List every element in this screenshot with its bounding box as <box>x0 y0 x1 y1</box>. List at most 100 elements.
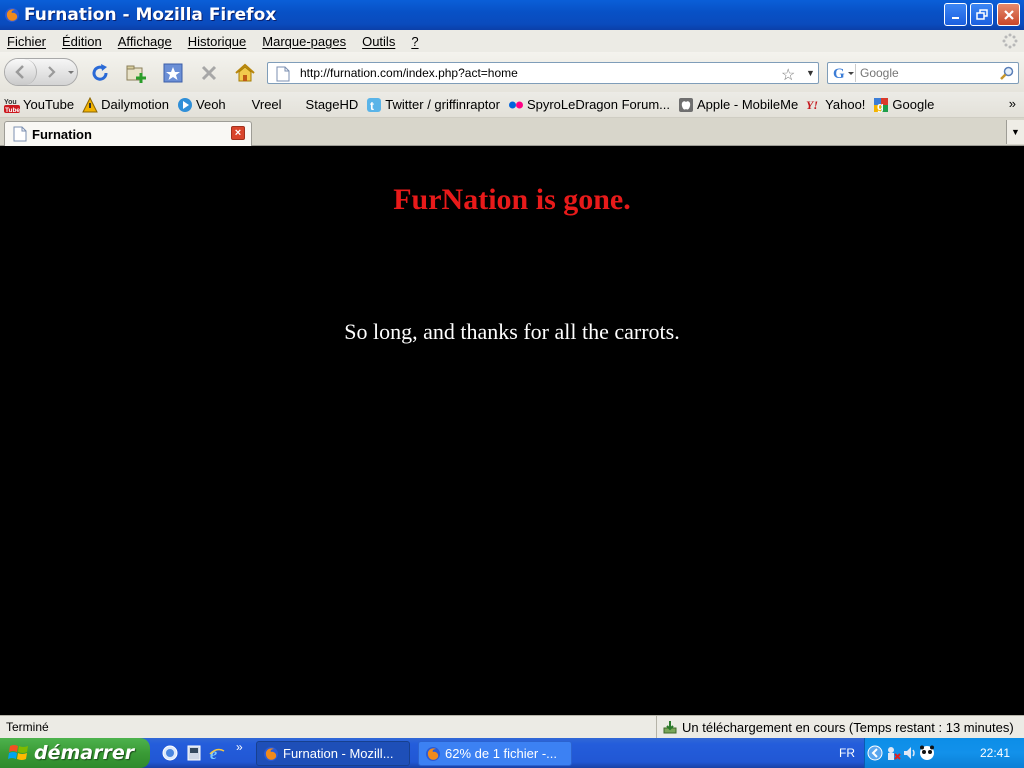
bookmark-spyroledragon[interactable]: SpyroLeDragon Forum... <box>508 97 670 113</box>
download-status-text: Un téléchargement en cours (Temps restan… <box>682 719 1014 735</box>
bookmark-google[interactable]: g Google <box>873 97 934 113</box>
windows-logo-icon <box>8 745 28 760</box>
yahoo-icon: Y! <box>806 98 818 112</box>
download-icon <box>663 721 677 734</box>
tab-label: Furnation <box>32 127 92 142</box>
clock: 22:41 <box>979 746 1010 760</box>
apple-icon <box>679 97 694 112</box>
quicklaunch-ie-icon[interactable]: e <box>209 745 225 761</box>
bookmark-veoh[interactable]: Veoh <box>177 97 226 113</box>
bookmark-label: Apple - MobileMe <box>697 97 799 112</box>
home-icon[interactable] <box>234 62 256 84</box>
bookmark-label: StageHD <box>305 97 359 112</box>
menu-affichage[interactable]: Affichage <box>118 34 172 49</box>
tab-close-button[interactable]: × <box>231 126 245 140</box>
tab-furnation[interactable]: Furnation × <box>4 121 252 146</box>
system-tray: FR 22:41 <box>839 738 1024 768</box>
menu-bar: Fichier Édition Affichage Historique Mar… <box>0 30 1024 52</box>
restore-icon <box>975 8 988 20</box>
dailymotion-icon <box>82 96 98 112</box>
bookmark-label: Dailymotion <box>101 97 170 112</box>
bookmark-label: SpyroLeDragon Forum... <box>526 97 671 112</box>
bookmark-dailymotion[interactable]: Dailymotion <box>82 96 170 113</box>
bookmark-twitter[interactable]: t Twitter / griffinraptor <box>366 97 500 113</box>
youtube-icon: YouTube <box>4 99 20 113</box>
forward-arrow-icon[interactable] <box>41 59 63 85</box>
close-icon <box>1003 9 1014 20</box>
bookmarks-toolbar: You Tube YouTube Dailymotion Veoh Vreel S… <box>0 92 1024 118</box>
new-tab-icon[interactable] <box>125 62 147 84</box>
search-icon[interactable] <box>1000 66 1014 80</box>
page-content: FurNation is gone. So long, and thanks f… <box>0 147 1024 715</box>
firefox-icon <box>426 746 440 761</box>
history-dropdown-icon[interactable] <box>65 59 77 85</box>
bookmark-label: Twitter / griffinraptor <box>385 97 500 112</box>
bookmark-label: YouTube <box>23 97 75 112</box>
close-window-button[interactable] <box>997 3 1020 26</box>
google-icon: g <box>874 97 889 113</box>
menu-marque-pages[interactable]: Marque-pages <box>262 34 346 49</box>
menu-outils[interactable]: Outils <box>362 34 395 49</box>
page-heading: FurNation is gone. <box>393 183 631 216</box>
menu-fichier[interactable]: Fichier <box>7 34 46 49</box>
bookmark-label: Veoh <box>196 97 226 112</box>
svg-text:Y!: Y! <box>806 98 818 112</box>
task-label: 62% de 1 fichier -... <box>445 746 557 761</box>
bookmark-label: Vreel <box>251 97 282 112</box>
page-icon <box>13 126 27 142</box>
bookmark-vreel[interactable]: Vreel <box>252 97 282 112</box>
quicklaunch-firefox-icon[interactable] <box>162 745 178 761</box>
status-bar: Terminé Un téléchargement en cours (Temp… <box>0 715 1024 738</box>
taskbar-firefox-window[interactable]: Furnation - Mozill... <box>256 741 410 766</box>
tray-expand-icon[interactable] <box>867 745 883 761</box>
bookmark-apple-mobileme[interactable]: Apple - MobileMe <box>678 97 798 113</box>
menu-historique[interactable]: Historique <box>188 34 247 49</box>
svg-text:Tube: Tube <box>5 107 20 113</box>
reload-icon[interactable] <box>89 62 111 84</box>
taskbar-download-window[interactable]: 62% de 1 fichier -... <box>418 741 572 766</box>
menu-help[interactable]: ? <box>411 34 418 49</box>
language-indicator[interactable]: FR <box>839 746 855 760</box>
throbber-icon <box>1002 33 1018 49</box>
quicklaunch-media-icon[interactable] <box>186 745 202 761</box>
google-icon: G <box>833 66 854 82</box>
page-icon <box>276 66 290 82</box>
volume-icon[interactable] <box>902 745 918 761</box>
restore-button[interactable] <box>970 3 993 26</box>
back-arrow-icon <box>15 65 24 79</box>
back-button[interactable] <box>5 59 37 85</box>
search-bar[interactable]: G <box>827 62 1019 84</box>
start-button[interactable]: démarrer <box>0 738 150 768</box>
menu-edition[interactable]: Édition <box>62 34 102 49</box>
url-text: http://furnation.com/index.php?act=home <box>300 66 518 80</box>
twitter-icon: t <box>367 97 382 113</box>
panda-antivirus-icon[interactable] <box>919 745 935 761</box>
bookmarks-icon[interactable] <box>162 62 184 84</box>
veoh-icon <box>178 97 193 112</box>
back-forward-group <box>4 58 78 86</box>
firefox-icon <box>264 746 278 761</box>
flickr-icon <box>508 101 523 108</box>
quicklaunch-overflow-chevron-icon[interactable]: » <box>236 740 243 754</box>
bookmark-label: Google <box>892 97 935 112</box>
minimize-button[interactable] <box>944 3 967 26</box>
all-tabs-button[interactable]: ▼ <box>1006 120 1024 144</box>
bookmark-youtube[interactable]: You Tube YouTube <box>4 97 74 113</box>
stop-icon[interactable] <box>198 62 220 84</box>
window-titlebar[interactable]: Furnation - Mozilla Firefox <box>0 0 1024 30</box>
bookmark-stagehd[interactable]: StageHD <box>306 97 359 112</box>
bookmark-label: Yahoo! <box>825 97 866 112</box>
windows-taskbar: démarrer e » Furnation - Mozill... 62% d… <box>0 738 1024 768</box>
search-input[interactable] <box>860 65 1000 81</box>
bookmarks-overflow-chevron-icon[interactable]: » <box>1009 96 1016 111</box>
network-icon[interactable] <box>885 745 901 761</box>
status-text: Terminé <box>6 720 49 734</box>
bookmark-yahoo[interactable]: Y! Yahoo! <box>806 97 865 113</box>
svg-text:G: G <box>833 66 845 82</box>
bookmark-star-icon[interactable]: ☆ <box>781 65 795 85</box>
url-bar[interactable]: http://furnation.com/index.php?act=home … <box>267 62 819 84</box>
search-engine-selector[interactable]: G <box>830 64 856 82</box>
window-title: Furnation - Mozilla Firefox <box>24 5 277 25</box>
download-status[interactable]: Un téléchargement en cours (Temps restan… <box>656 716 1014 738</box>
url-dropdown-icon[interactable]: ▼ <box>806 68 815 78</box>
